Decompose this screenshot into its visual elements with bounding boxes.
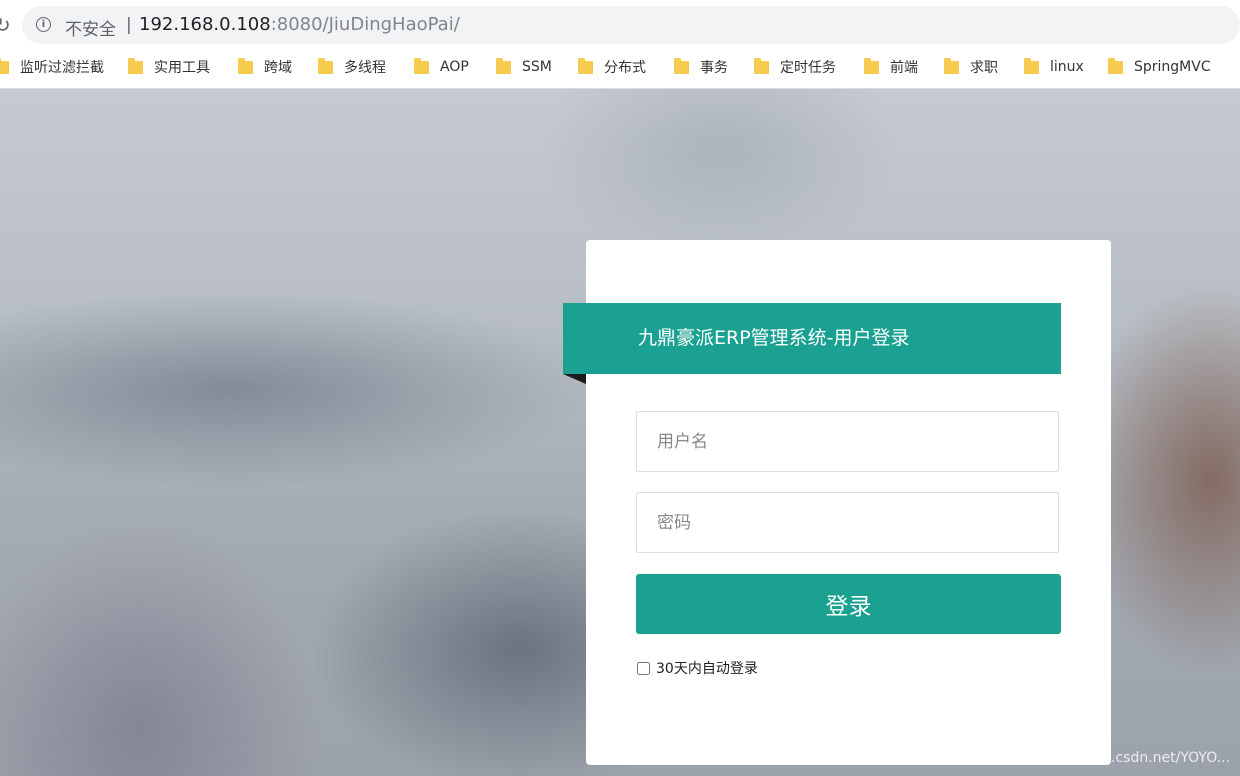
bookmark-label: 前端 (890, 60, 918, 76)
login-title-banner: 九鼎豪派ERP管理系统-用户登录 (563, 303, 1061, 374)
bookmark-item[interactable]: 多线程 (318, 50, 386, 84)
bookmark-item[interactable]: 实用工具 (128, 50, 210, 84)
url-separator: | (126, 15, 132, 35)
url-path: :8080/JiuDingHaoPai/ (270, 14, 460, 35)
bookmark-item[interactable]: AOP (414, 50, 469, 84)
password-input[interactable] (636, 492, 1059, 553)
folder-icon (1108, 57, 1123, 74)
bookmark-item[interactable]: SSM (496, 50, 552, 84)
remember-me[interactable]: 30天内自动登录 (636, 658, 758, 678)
username-input[interactable] (636, 411, 1059, 472)
bookmark-label: linux (1050, 59, 1084, 75)
remember-me-checkbox[interactable] (637, 661, 650, 675)
bookmark-label: 监听过滤拦截 (20, 60, 104, 76)
bookmark-label: AOP (440, 59, 469, 75)
login-page-background: 九鼎豪派ERP管理系统-用户登录 登录 30天内自动登录 https://blo… (0, 89, 1240, 776)
bookmark-label: 定时任务 (780, 60, 836, 76)
folder-icon (674, 57, 689, 74)
login-card: 九鼎豪派ERP管理系统-用户登录 登录 30天内自动登录 (563, 240, 1111, 765)
bookmark-label: 求职 (970, 60, 998, 76)
remember-me-label: 30天内自动登录 (656, 661, 758, 677)
omnibox[interactable]: i 不安全 | 192.168.0.108:8080/JiuDingHaoPai… (22, 6, 1240, 44)
bookmark-label: SpringMVC (1134, 59, 1211, 75)
folder-icon (318, 57, 333, 74)
watermark: https://blog.csdn.net/YOYO... (1030, 750, 1230, 766)
bookmark-label: 跨域 (264, 60, 292, 76)
folder-icon (128, 57, 143, 74)
bookmark-label: 事务 (700, 60, 728, 76)
bookmark-item[interactable]: 事务 (674, 50, 728, 84)
folder-icon (944, 57, 959, 74)
security-label[interactable]: 不安全 (65, 15, 116, 40)
login-title: 九鼎豪派ERP管理系统-用户登录 (638, 327, 910, 349)
bookmark-item[interactable]: 监听过滤拦截 (0, 50, 104, 84)
bookmark-item[interactable]: 跨域 (238, 50, 292, 84)
folder-icon (0, 57, 9, 74)
bookmark-label: 多线程 (344, 60, 386, 76)
url-host: 192.168.0.108 (139, 14, 271, 35)
url-text[interactable]: 192.168.0.108:8080/JiuDingHaoPai/ (139, 14, 460, 35)
info-icon[interactable]: i (36, 17, 51, 32)
folder-icon (414, 57, 429, 74)
banner-fold (563, 374, 586, 384)
bookmark-item[interactable]: SpringMVC (1108, 50, 1211, 84)
folder-icon (1024, 57, 1039, 74)
folder-icon (496, 57, 511, 74)
bookmark-label: 实用工具 (154, 60, 210, 76)
bookmark-item[interactable]: 定时任务 (754, 50, 836, 84)
reload-icon[interactable]: ↻ (0, 14, 11, 36)
bookmark-label: SSM (522, 59, 552, 75)
browser-address-bar: ↻ i 不安全 | 192.168.0.108:8080/JiuDingHaoP… (0, 0, 1240, 50)
bookmark-item[interactable]: 分布式 (578, 50, 646, 84)
bookmark-label: 分布式 (604, 60, 646, 76)
bookmark-item[interactable]: 前端 (864, 50, 918, 84)
bookmark-item[interactable]: linux (1024, 50, 1084, 84)
bookmark-item[interactable]: 求职 (944, 50, 998, 84)
bookmarks-bar: 监听过滤拦截 实用工具 跨域 多线程 AOP SSM 分布式 事务 定时任务 前… (0, 50, 1240, 89)
folder-icon (754, 57, 769, 74)
folder-icon (238, 57, 253, 74)
login-button[interactable]: 登录 (636, 574, 1061, 634)
folder-icon (578, 57, 593, 74)
folder-icon (864, 57, 879, 74)
